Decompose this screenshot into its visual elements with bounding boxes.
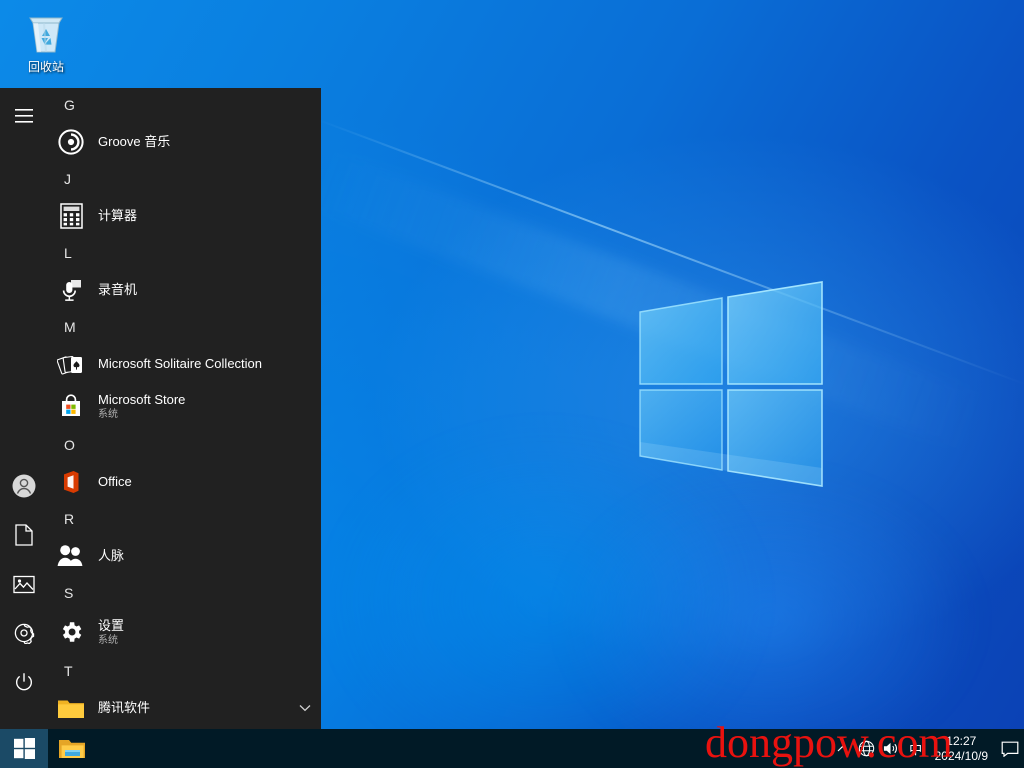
app-label: Microsoft Store (98, 391, 186, 407)
microsoft-store-icon (56, 391, 86, 421)
app-row-people[interactable]: 人脉 (48, 536, 321, 576)
windows-hero-logo (639, 281, 823, 487)
app-label: Office (98, 474, 132, 489)
tray-ime-indicator[interactable]: 中 (903, 729, 929, 768)
gear-icon (56, 617, 86, 647)
tray-volume-button[interactable] (879, 729, 903, 768)
app-row-groove-music[interactable]: Groove 音乐 (48, 122, 321, 162)
pictures-icon (13, 575, 35, 593)
desktop-icon-recycle-bin[interactable]: 回收站 (10, 8, 82, 82)
rail-item-settings[interactable] (0, 609, 48, 657)
hamburger-menu-icon (15, 109, 33, 123)
user-account-icon (12, 474, 36, 498)
windows-logo-icon (13, 738, 35, 759)
rail-item-pictures[interactable] (0, 560, 48, 608)
clock-date: 2024/10/9 (934, 748, 988, 763)
letter-header-m[interactable]: M (48, 310, 321, 344)
groove-music-icon (56, 127, 86, 157)
ime-label: 中 (909, 742, 923, 757)
voice-recorder-icon (56, 275, 86, 305)
taskbar-item-file-explorer[interactable] (48, 729, 96, 768)
app-row-microsoft-store[interactable]: Microsoft Store 系统 (48, 384, 321, 428)
letter-header-g[interactable]: G (48, 88, 321, 122)
letter-header-l[interactable]: L (48, 236, 321, 270)
app-row-tencent-folder[interactable]: 腾讯软件 (48, 688, 321, 728)
folder-explorer-icon (59, 739, 85, 758)
hamburger-menu-button[interactable] (0, 92, 48, 140)
app-row-solitaire[interactable]: Microsoft Solitaire Collection (48, 344, 321, 384)
notification-center-button[interactable] (996, 729, 1024, 768)
speaker-icon (884, 742, 898, 755)
recycle-bin-label: 回收站 (27, 60, 64, 74)
chevron-down-icon[interactable] (295, 698, 315, 718)
app-label: Microsoft Solitaire Collection (98, 356, 263, 371)
rail-item-power[interactable] (0, 658, 48, 706)
calculator-icon (56, 201, 86, 231)
start-menu-app-list[interactable]: G Groove 音乐 J 计算器 L 录音机 M Microsoft Soli… (48, 88, 321, 729)
letter-header-t[interactable]: T (48, 654, 321, 688)
system-tray[interactable]: 中 12:27 2024/10/9 (831, 729, 1024, 768)
gear-icon (14, 623, 35, 644)
tray-overflow-button[interactable] (831, 729, 855, 768)
document-icon (15, 524, 33, 546)
taskbar[interactable]: 中 12:27 2024/10/9 (0, 729, 1024, 768)
letter-header-r[interactable]: R (48, 502, 321, 536)
start-button[interactable] (0, 729, 48, 768)
app-row-calculator[interactable]: 计算器 (48, 196, 321, 236)
start-menu[interactable]: G Groove 音乐 J 计算器 L 录音机 M Microsoft Soli… (0, 88, 321, 729)
start-menu-rail (0, 88, 48, 729)
app-label: Groove 音乐 (98, 134, 171, 149)
app-sublabel: 系统 (98, 408, 118, 420)
app-row-office[interactable]: Office (48, 462, 321, 502)
power-icon (15, 673, 33, 691)
network-globe-icon (858, 740, 875, 757)
recycle-bin-icon (29, 17, 63, 53)
app-row-settings[interactable]: 设置 系统 (48, 610, 321, 654)
folder-icon (56, 693, 86, 723)
tray-network-button[interactable] (855, 729, 879, 768)
solitaire-cards-icon (56, 349, 86, 379)
rail-item-account[interactable] (0, 462, 48, 510)
app-label: 腾讯软件 (98, 700, 151, 715)
people-icon (56, 541, 86, 571)
letter-header-o[interactable]: O (48, 428, 321, 462)
app-label: 设置 (98, 617, 125, 633)
taskbar-clock[interactable]: 12:27 2024/10/9 (929, 729, 996, 768)
app-label: 录音机 (98, 282, 138, 297)
chevron-up-icon (837, 745, 848, 751)
rail-item-documents[interactable] (0, 511, 48, 559)
app-label: 计算器 (98, 208, 138, 223)
office-icon (56, 467, 86, 497)
app-label: 人脉 (98, 548, 125, 563)
notification-icon (1001, 741, 1019, 757)
letter-header-s[interactable]: S (48, 576, 321, 610)
letter-header-j[interactable]: J (48, 162, 321, 196)
app-row-voice-recorder[interactable]: 录音机 (48, 270, 321, 310)
app-sublabel: 系统 (98, 634, 118, 646)
clock-time: 12:27 (946, 733, 977, 748)
